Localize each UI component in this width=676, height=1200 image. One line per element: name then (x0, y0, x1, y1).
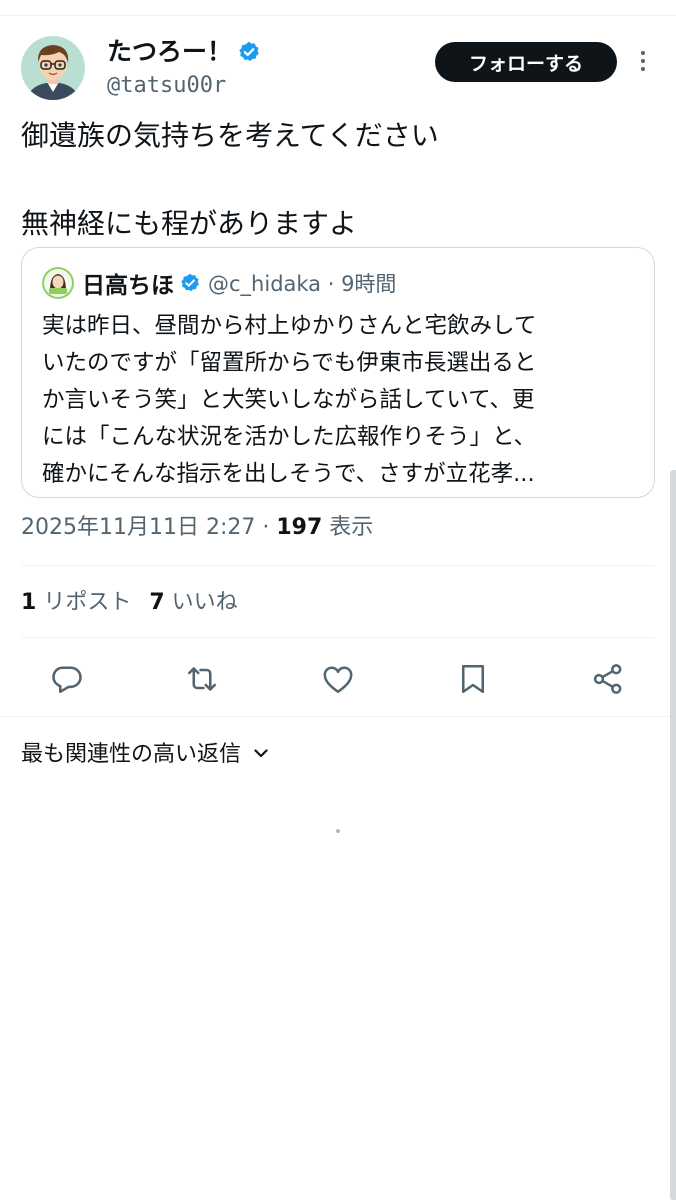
quoted-tweet-header: 日高ちほ @c_hidaka · 9時間 (42, 266, 397, 299)
quoted-author-name: 日高ちほ (82, 273, 174, 299)
tweet-author: たつろー！ @tatsu00r フォローする (21, 36, 661, 102)
quoted-tweet-text: 実は昨日、昼間から村上ゆかりさんと宅飲みして いたのですが「留置所からでも伊東市… (42, 308, 642, 493)
bookmark-icon[interactable] (455, 661, 491, 697)
tweet-timestamp: 2025年11月11日 2:27 · 197 表示 (21, 512, 373, 544)
author-name-text: たつろー！ (107, 37, 233, 66)
likes-stat[interactable]: 7 いいね (149, 590, 237, 615)
views-label: 表示 (322, 515, 374, 540)
author-name[interactable]: たつろー！ (107, 36, 260, 68)
replies-sort-label: 最も関連性の高い返信 (21, 742, 242, 767)
tweet-text-line: 無神経にも程がありますよ (21, 207, 358, 240)
quoted-text-line: いたのですが「留置所からでも伊東市長選出ると (42, 350, 537, 376)
quoted-text-line: か言いそう笑」と大笑いしながら話していて、更 (42, 387, 535, 413)
author-handle[interactable]: @tatsu00r (107, 72, 226, 100)
divider (21, 565, 655, 566)
verified-badge-icon (238, 39, 260, 61)
follow-button[interactable]: フォローする (435, 42, 617, 82)
reply-icon[interactable] (49, 661, 85, 697)
timestamp-date[interactable]: 2025年11月11日 2:27 · (21, 515, 276, 540)
loading-indicator (336, 829, 340, 833)
scrollbar[interactable] (670, 470, 676, 1200)
author-avatar[interactable] (21, 36, 85, 100)
reposts-count: 1 (21, 590, 37, 615)
likes-label: いいね (171, 590, 238, 615)
divider (21, 637, 655, 638)
quoted-author-avatar (42, 267, 74, 299)
views-count: 197 (276, 515, 323, 540)
repost-icon[interactable] (184, 661, 220, 697)
more-options-icon[interactable] (637, 48, 649, 76)
chevron-down-icon (251, 741, 271, 761)
reposts-stat[interactable]: 1 リポスト (21, 590, 131, 615)
share-icon[interactable] (590, 661, 626, 697)
likes-count: 7 (149, 590, 165, 615)
reposts-label: リポスト (43, 590, 132, 615)
quoted-author-handle-time: @c_hidaka · 9時間 (208, 272, 397, 296)
quoted-text-line: には「こんな状況を活かした広報作りそう」と、 (42, 424, 537, 450)
top-divider (0, 15, 676, 16)
tweet-text: 御遺族の気持ちを考えてください 無神経にも程がありますよ (21, 114, 651, 246)
like-icon[interactable] (320, 661, 356, 697)
quoted-text-line: 実は昨日、昼間から村上ゆかりさんと宅飲みして (42, 313, 537, 339)
quoted-tweet[interactable]: 日高ちほ @c_hidaka · 9時間 実は昨日、昼間から村上ゆかりさんと宅飲… (21, 247, 655, 498)
replies-sort-dropdown[interactable]: 最も関連性の高い返信 (21, 739, 271, 771)
engagement-stats: 1 リポスト 7 いいね (21, 587, 238, 619)
action-bar (0, 657, 676, 701)
verified-badge-icon (180, 273, 200, 293)
divider (0, 716, 676, 717)
tweet-text-line: 御遺族の気持ちを考えてください (21, 119, 439, 152)
quoted-text-line: 確かにそんな指示を出しそうで、さすが立花孝... (42, 461, 535, 487)
